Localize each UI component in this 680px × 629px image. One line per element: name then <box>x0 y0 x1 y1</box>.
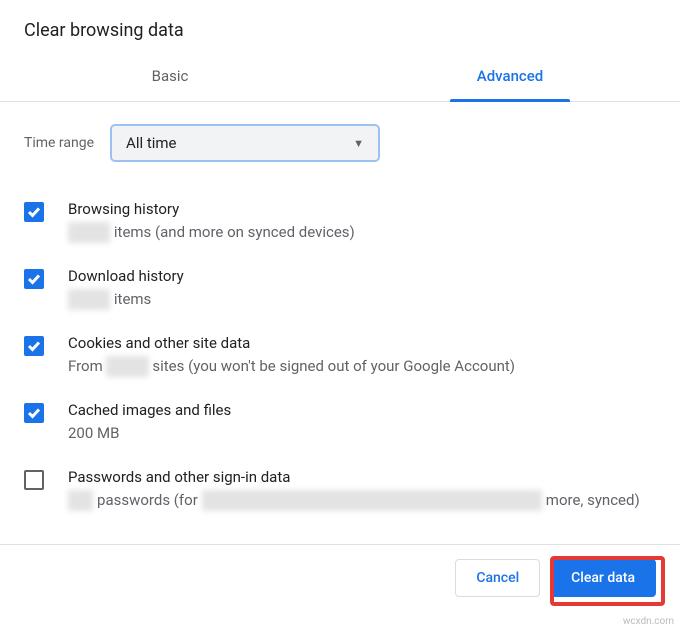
option-cookies: Cookies and other site data From 00000 s… <box>24 322 660 389</box>
cancel-button[interactable]: Cancel <box>455 559 540 597</box>
redacted-count: 00000 <box>68 289 110 310</box>
chevron-down-icon: ▼ <box>353 137 364 150</box>
option-browsing-history: Browsing history 00000 items (and more o… <box>24 188 660 255</box>
option-download-history: Download history 00000 items <box>24 255 660 322</box>
checkbox-download-history[interactable] <box>24 269 44 289</box>
clear-data-button[interactable]: Clear data <box>550 559 656 597</box>
dialog-footer: Cancel Clear data <box>0 544 680 611</box>
tabs: Basic Advanced <box>0 53 680 102</box>
option-subtitle: From 00000 sites (you won't be signed ou… <box>68 356 660 377</box>
option-subtitle: 00000 items <box>68 289 660 310</box>
option-subtitle: 000 passwords (for aaaaaaaaaaa aa aaaaaa… <box>68 490 660 511</box>
tab-basic[interactable]: Basic <box>0 53 340 101</box>
option-title: Cached images and files <box>68 401 660 419</box>
checkbox-cookies[interactable] <box>24 336 44 356</box>
option-title: Download history <box>68 267 660 285</box>
option-title: Browsing history <box>68 200 660 218</box>
option-cache: Cached images and files 200 MB <box>24 389 660 456</box>
option-title: Passwords and other sign-in data <box>68 468 660 486</box>
option-subtitle: 200 MB <box>68 423 660 444</box>
time-range-select[interactable]: All time ▼ <box>110 124 380 162</box>
watermark: wcxdn.com <box>623 616 674 627</box>
time-range-value: All time <box>126 134 176 152</box>
checkbox-passwords[interactable] <box>24 470 44 490</box>
options-list: Browsing history 00000 items (and more o… <box>0 170 680 523</box>
option-title: Cookies and other site data <box>68 334 660 352</box>
option-passwords: Passwords and other sign-in data 000 pas… <box>24 456 660 523</box>
tab-advanced[interactable]: Advanced <box>340 53 680 101</box>
time-range-row: Time range All time ▼ <box>0 102 680 170</box>
dialog-title: Clear browsing data <box>0 0 680 53</box>
redacted-count: 000 <box>68 490 93 511</box>
checkbox-browsing-history[interactable] <box>24 202 44 222</box>
checkbox-cache[interactable] <box>24 403 44 423</box>
redacted-count: 00000 <box>106 356 148 377</box>
time-range-label: Time range <box>24 135 94 151</box>
redacted-sites: aaaaaaaaaaa aa aaaaaaaaa aa aaaaaa aa aa… <box>202 490 543 511</box>
redacted-count: 00000 <box>68 222 110 243</box>
option-subtitle: 00000 items (and more on synced devices) <box>68 222 660 243</box>
